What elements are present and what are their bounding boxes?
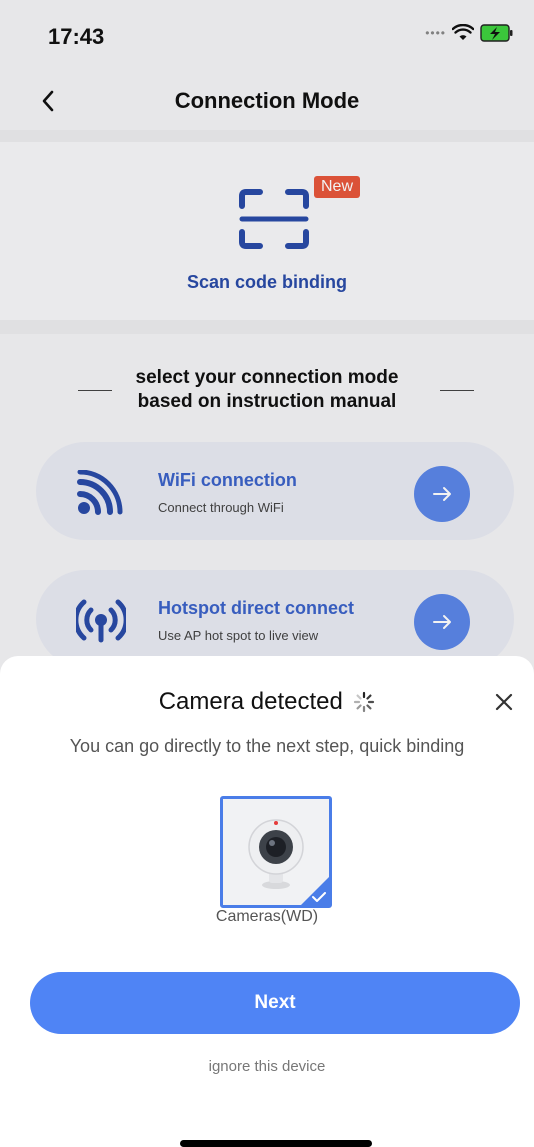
detected-device-tile[interactable] — [220, 796, 332, 908]
next-button[interactable]: Next — [30, 972, 520, 1034]
checkmark-icon — [312, 892, 326, 902]
camera-detected-sheet: Camera detected You can go directly to t… — [0, 656, 534, 1147]
close-icon[interactable] — [494, 692, 514, 712]
connection-mode-screen: 17:43 •••• Connection Mode New Scan code… — [0, 0, 534, 1147]
sheet-title-row: Camera detected — [0, 688, 534, 716]
device-label: Cameras(WD) — [215, 908, 319, 925]
camera-device-icon — [248, 819, 304, 889]
home-indicator — [180, 1140, 372, 1147]
ignore-device-link[interactable]: ignore this device — [0, 1058, 534, 1075]
loading-spinner-icon — [354, 691, 375, 713]
sheet-subtitle: You can go directly to the next step, qu… — [69, 736, 465, 756]
sheet-title: Camera detected — [158, 688, 343, 715]
